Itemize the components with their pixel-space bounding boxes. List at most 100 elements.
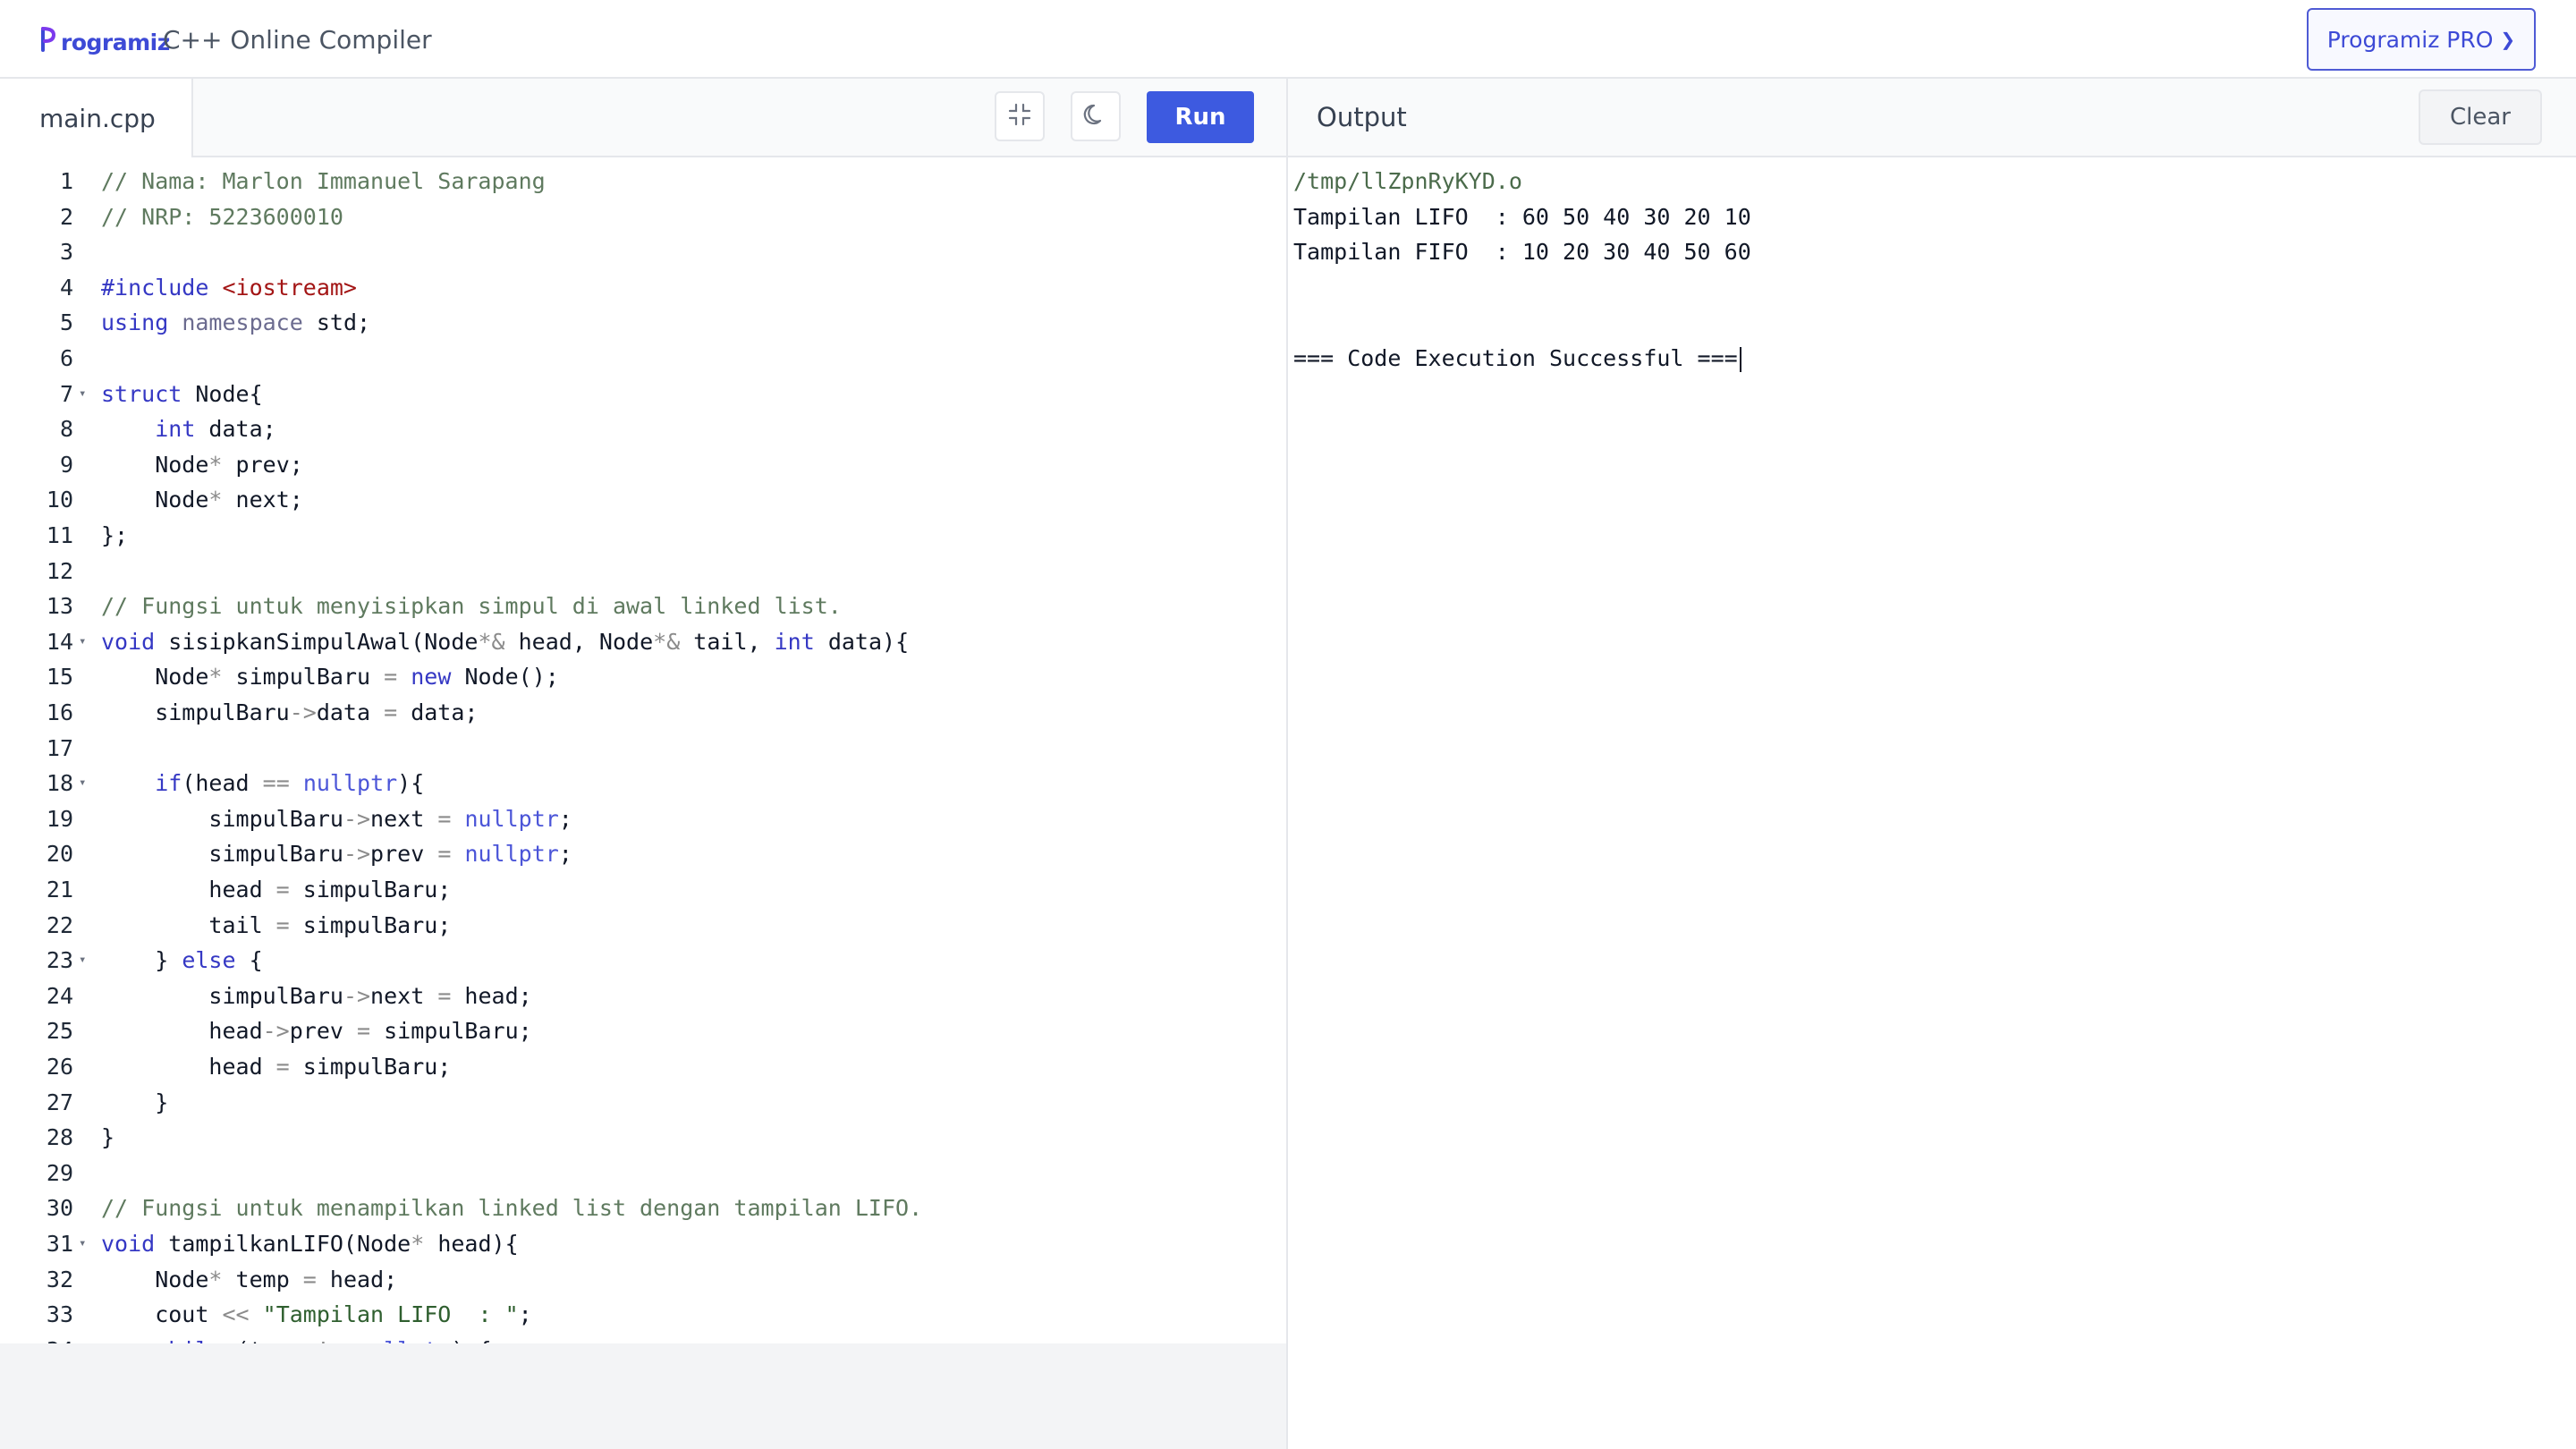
code-line[interactable]: 27 }: [0, 1085, 1286, 1121]
code-text: // Fungsi untuk menampilkan linked list …: [101, 1195, 923, 1222]
code-line[interactable]: 1 // Nama: Marlon Immanuel Sarapang: [0, 164, 1286, 199]
code-line[interactable]: 24 simpulBaru->next = head;: [0, 979, 1286, 1014]
line-number: 16: [46, 699, 73, 725]
output-toolbar: Output Clear: [1288, 79, 2576, 157]
code-text: // Nama: Marlon Immanuel Sarapang: [101, 168, 546, 194]
code-line[interactable]: 32 Node* temp = head;: [0, 1262, 1286, 1298]
editor-footer: [0, 1343, 1286, 1449]
pro-button-label: Programiz PRO: [2326, 26, 2494, 53]
line-number: 21: [46, 877, 73, 902]
line-number: 20: [46, 841, 73, 868]
code-line[interactable]: 33 cout << "Tampilan LIFO : ";: [0, 1297, 1286, 1333]
code-line[interactable]: 17: [0, 731, 1286, 767]
code-line[interactable]: 22 tail = simpulBaru;: [0, 908, 1286, 944]
moon-icon: [1082, 101, 1109, 132]
collapse-icon: [1006, 101, 1033, 132]
code-line[interactable]: 12: [0, 554, 1286, 589]
fold-toggle-icon[interactable]: ▾: [79, 1226, 86, 1262]
file-tab[interactable]: main.cpp: [0, 79, 193, 157]
code-line[interactable]: 29: [0, 1156, 1286, 1191]
code-line[interactable]: 15 Node* simpulBaru = new Node();: [0, 659, 1286, 695]
code-text: simpulBaru->data = data;: [101, 699, 479, 725]
code-text: tail = simpulBaru;: [101, 911, 452, 938]
programiz-logo[interactable]: rogramiz: [39, 21, 170, 57]
line-number: 32: [46, 1266, 73, 1292]
code-line[interactable]: 13 // Fungsi untuk menyisipkan simpul di …: [0, 589, 1286, 624]
fold-toggle-icon[interactable]: ▾: [79, 1333, 86, 1343]
code-text: }: [101, 1124, 115, 1151]
code-text: using namespace std;: [101, 309, 371, 336]
programiz-pro-button[interactable]: Programiz PRO ❯: [2307, 8, 2536, 71]
code-text: head = simpulBaru;: [101, 1054, 452, 1080]
code-text: simpulBaru->prev = nullptr;: [101, 841, 572, 868]
line-number: 2: [59, 203, 73, 230]
code-line[interactable]: 30 // Fungsi untuk menampilkan linked lis…: [0, 1191, 1286, 1226]
code-text: void sisipkanSimpulAwal(Node*& head, Nod…: [101, 628, 910, 655]
code-line[interactable]: 20 simpulBaru->prev = nullptr;: [0, 836, 1286, 872]
code-line[interactable]: 2 // NRP: 5223600010: [0, 199, 1286, 235]
line-number: 15: [46, 664, 73, 691]
code-line[interactable]: 31 ▾ void tampilkanLIFO(Node* head){: [0, 1226, 1286, 1262]
fullscreen-toggle-button[interactable]: [995, 91, 1045, 141]
code-text: void tampilkanLIFO(Node* head){: [101, 1231, 519, 1257]
code-line[interactable]: 11};: [0, 518, 1286, 554]
code-editor[interactable]: 1 // Nama: Marlon Immanuel Sarapang 2 // NR…: [0, 157, 1286, 1343]
code-text: // NRP: 5223600010: [101, 203, 343, 230]
code-line[interactable]: 7 ▾ struct Node{: [0, 377, 1286, 412]
line-number: 4: [59, 274, 73, 301]
line-number: 17: [46, 734, 73, 761]
page-title: C++ Online Compiler: [163, 25, 432, 55]
code-line[interactable]: 25 head->prev = simpulBaru;: [0, 1013, 1286, 1049]
output-console[interactable]: /tmp/llZpnRyKYD.o Tampilan LIFO : 60 50 4…: [1288, 157, 2576, 1449]
code-line[interactable]: 3: [0, 234, 1286, 270]
top-bar: rogramiz C++ Online Compiler Programiz P…: [0, 0, 2576, 79]
code-text: simpulBaru->next = nullptr;: [101, 805, 572, 832]
code-line[interactable]: 9 Node* prev;: [0, 447, 1286, 483]
line-number: 10: [46, 487, 73, 513]
fold-toggle-icon[interactable]: ▾: [79, 943, 86, 979]
code-line[interactable]: 14 ▾ void sisipkanSimpulAwal(Node*& head, …: [0, 624, 1286, 660]
line-number: 5: [59, 309, 73, 336]
text-cursor: [1739, 347, 1741, 372]
line-number: 3: [59, 239, 73, 266]
code-line[interactable]: 10 Node* next;: [0, 482, 1286, 518]
code-text: // Fungsi untuk menyisipkan simpul di aw…: [101, 593, 842, 620]
code-line[interactable]: 23 ▾ } else {: [0, 943, 1286, 979]
code-text: struct Node{: [101, 380, 263, 407]
line-number: 33: [46, 1301, 73, 1328]
clear-button[interactable]: Clear: [2419, 89, 2542, 145]
code-line[interactable]: 4 #include <iostream>: [0, 270, 1286, 306]
code-line[interactable]: 26 head = simpulBaru;: [0, 1049, 1286, 1085]
run-button[interactable]: Run: [1147, 91, 1254, 143]
line-number: 12: [46, 557, 73, 584]
code-text: } else {: [101, 947, 263, 974]
line-number: 7: [59, 380, 73, 407]
line-number: 23: [46, 947, 73, 974]
line-number: 11: [46, 522, 73, 548]
line-number: 19: [46, 805, 73, 832]
code-line[interactable]: 19 simpulBaru->next = nullptr;: [0, 801, 1286, 837]
code-text: if(head == nullptr){: [155, 770, 425, 797]
fold-toggle-icon[interactable]: ▾: [79, 766, 86, 801]
line-number: 22: [46, 911, 73, 938]
line-number: 27: [46, 1089, 73, 1115]
line-number: 9: [59, 451, 73, 478]
code-line[interactable]: 28}: [0, 1120, 1286, 1156]
code-line[interactable]: 5 using namespace std;: [0, 305, 1286, 341]
line-number: 29: [46, 1159, 73, 1186]
code-line[interactable]: 16 simpulBaru->data = data;: [0, 695, 1286, 731]
code-line[interactable]: 21 head = simpulBaru;: [0, 872, 1286, 908]
code-line[interactable]: 34 ▾ while (temp != nullptr) {: [0, 1333, 1286, 1343]
code-line[interactable]: 8 int data;: [0, 411, 1286, 447]
output-line: === Code Execution Successful ===: [1293, 341, 1741, 377]
theme-toggle-button[interactable]: [1071, 91, 1121, 141]
code-line[interactable]: 18 ▾ if(head == nullptr){: [0, 766, 1286, 801]
code-text: Node* simpulBaru = new Node();: [101, 664, 559, 691]
fold-toggle-icon[interactable]: ▾: [79, 377, 86, 412]
fold-toggle-icon[interactable]: ▾: [79, 624, 86, 660]
logo-text: rogramiz: [61, 29, 170, 55]
code-text: cout << "Tampilan LIFO : ";: [101, 1301, 532, 1328]
line-number: 13: [46, 593, 73, 620]
chevron-right-icon: ❯: [2500, 29, 2516, 50]
code-line[interactable]: 6: [0, 341, 1286, 377]
